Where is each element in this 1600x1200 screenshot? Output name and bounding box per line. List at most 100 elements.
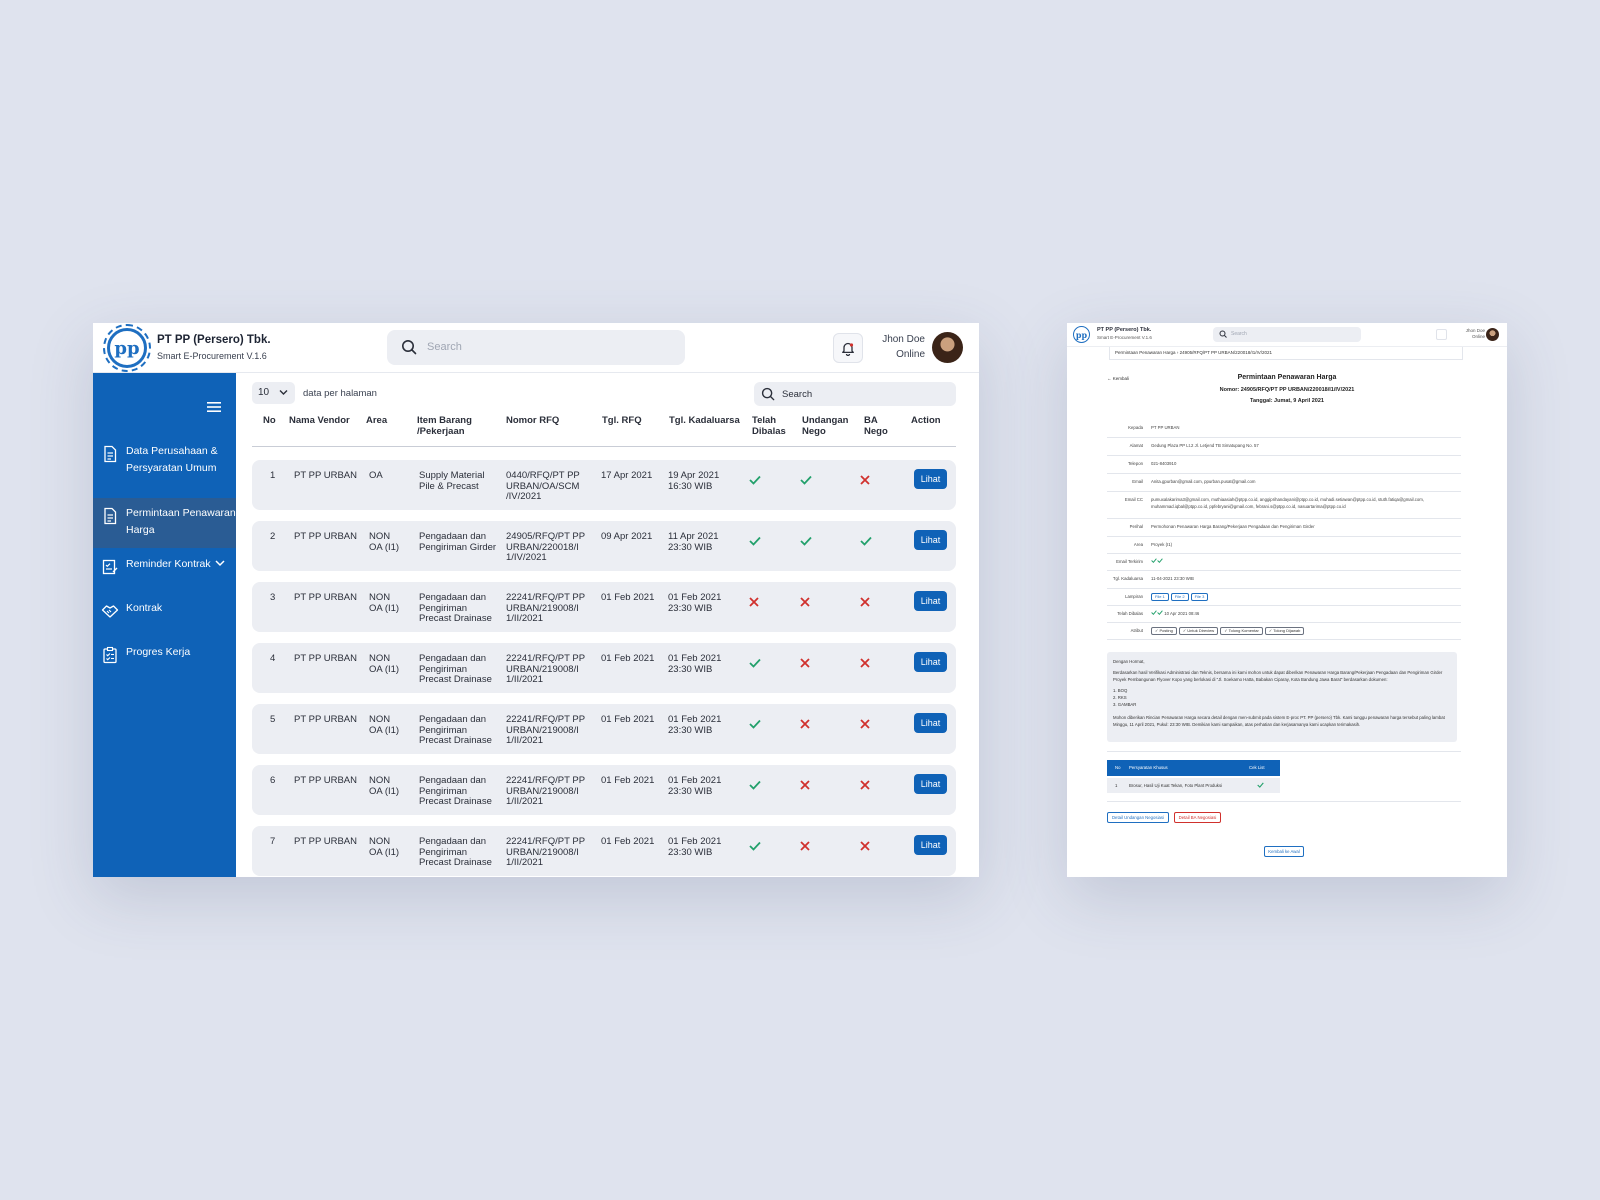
global-search-input[interactable]: Search — [387, 330, 685, 365]
cell-kadaluarsa: 01 Feb 2021 23:30 WIB — [668, 775, 722, 797]
detail-undangan-button[interactable]: Detail Undangan Negosiasi — [1107, 812, 1169, 823]
cell-rfq: 22241/RFQ/PT PP URBAN/219008/I 1/II/2021 — [506, 653, 585, 685]
field-value: Gedung Plaza PP Lt.2 Jl. Letjend TB Sima… — [1151, 443, 1259, 448]
field-value: Permohonan Penawaran Harga Barang/Pekerj… — [1151, 524, 1315, 529]
attribute-chip[interactable]: ✓ Posting — [1151, 627, 1177, 635]
company-name: PT PP (Persero) Tbk. — [1097, 327, 1152, 333]
check-icon — [1257, 782, 1264, 788]
cell-item: Pengadaan dan Pengiriman Precast Drainas… — [419, 592, 492, 624]
back-to-start-button[interactable]: Kembali ke Awal — [1264, 846, 1304, 857]
attachment-chip[interactable]: File 1 — [1151, 593, 1169, 601]
table-row: 4 PT PP URBAN NON OA (I1) Pengadaan dan Pen… — [252, 643, 956, 693]
cell-no: 7 — [270, 836, 276, 847]
cell-kadaluarsa: 01 Feb 2021 23:30 WIB — [668, 836, 722, 858]
avatar[interactable] — [932, 332, 963, 363]
cell-vendor: PT PP URBAN — [294, 653, 358, 664]
cell-item: Pengadaan dan Pengiriman Precast Drainas… — [419, 714, 492, 746]
cell-rfq: 22241/RFQ/PT PP URBAN/219008/I 1/II/2021 — [506, 836, 585, 868]
checklist-icon — [102, 559, 118, 575]
check-icon — [749, 841, 761, 851]
lihat-button[interactable]: Lihat — [914, 774, 947, 794]
attachment-chip[interactable]: File 3 — [1190, 593, 1209, 601]
lihat-button[interactable]: Lihat — [914, 530, 947, 550]
sidebar-item-kontrak[interactable]: Kontrak — [93, 600, 236, 624]
field-label: Tgl. Kadaluarsa — [1112, 576, 1143, 581]
rfq-detail-window: pp PT PP (Persero) Tbk. Smart E-Procurem… — [1067, 323, 1507, 877]
notification-button[interactable] — [833, 333, 863, 363]
cell-vendor: PT PP URBAN — [294, 775, 358, 786]
cell-vendor: PT PP URBAN — [294, 836, 358, 847]
cell-rfq: 24905/RFQ/PT PP URBAN/220018/I 1/IV/2021 — [506, 531, 585, 563]
attribute-chip[interactable]: ✓ Untuk Direview — [1178, 627, 1219, 635]
user-status: Online — [1471, 334, 1485, 339]
sidebar-item-label: Permintaan Penawaran Harga — [126, 507, 236, 536]
breadcrumb-parent[interactable]: Permintaan Penawaran Harga — [1115, 350, 1176, 355]
check-icon — [749, 658, 761, 668]
header-item: Item Barang /Pekerjaan — [417, 415, 472, 437]
table-search-input[interactable]: Search — [754, 382, 956, 406]
lihat-button[interactable]: Lihat — [914, 652, 947, 672]
breadcrumb: Permintaan Penawaran Harga › 24905/RFQ/P… — [1109, 347, 1463, 360]
check-icon — [749, 780, 761, 790]
sidebar-item-label: Kontrak — [126, 602, 163, 614]
letter-paragraph-2: Mohon diberikan Rincian Penawaran Harga … — [1113, 715, 1445, 727]
status-dibalas — [749, 594, 759, 612]
field-label: Telepon — [1127, 461, 1143, 466]
sidebar: Data Perusahaan & Persyaratan Umum Permi… — [93, 373, 236, 877]
status-ba — [860, 655, 870, 673]
global-search-input[interactable]: Search — [1213, 327, 1361, 342]
header-vendor: Nama Vendor — [289, 415, 350, 426]
avatar[interactable] — [1486, 328, 1499, 341]
sidebar-item-permintaan-penawaran[interactable]: Permintaan Penawaran Harga — [93, 498, 236, 548]
req-header-no: No — [1115, 765, 1121, 770]
detail-field: Atribut ✓ Posting ✓ Untuk Direview ✓ Tolong… — [1107, 623, 1461, 640]
user-name: Jhon Doe — [882, 334, 925, 345]
lihat-button[interactable]: Lihat — [914, 835, 947, 855]
cell-no: 3 — [270, 592, 276, 603]
table-row: 5 PT PP URBAN NON OA (I1) Pengadaan dan Pen… — [252, 704, 956, 754]
detail-top-bar: pp PT PP (Persero) Tbk. Smart E-Procurem… — [1067, 323, 1507, 347]
requirements-table-header: No Persyaratan Khusus Cek List — [1107, 760, 1280, 776]
lihat-button[interactable]: Lihat — [914, 469, 947, 489]
per-page-select[interactable]: 10 — [252, 382, 295, 404]
x-icon — [860, 658, 870, 668]
lihat-button[interactable]: Lihat — [914, 591, 947, 611]
bell-icon — [842, 342, 854, 356]
detail-field: Perihal Permohonan Penawaran Harga Barang… — [1107, 519, 1461, 537]
sidebar-item-reminder-kontrak[interactable]: Reminder Kontrak — [93, 556, 236, 580]
chevron-right-icon: › — [1176, 350, 1179, 355]
check-icon — [1157, 610, 1163, 616]
header-ba: BA Nego — [864, 415, 888, 437]
status-dibalas — [749, 472, 761, 490]
sidebar-item-label: Progres Kerja — [126, 646, 191, 658]
letter-body: Dengan Hormat, Berdasarkan hasil Verifik… — [1107, 652, 1457, 742]
field-value: File 1 File 2 File 3 — [1151, 593, 1461, 601]
attribute-chip[interactable]: ✓ Tolong Dijawab — [1264, 627, 1305, 635]
cell-area: NON OA (I1) — [369, 531, 400, 553]
cell-no: 4 — [270, 653, 276, 664]
notification-button[interactable] — [1436, 329, 1447, 340]
menu-icon[interactable] — [207, 401, 221, 413]
lihat-button[interactable]: Lihat — [914, 713, 947, 733]
detail-ba-button[interactable]: Detail BA Negosiasi — [1174, 812, 1221, 823]
logo-text: pp — [114, 337, 140, 359]
letter-greeting: Dengan Hormat, — [1113, 659, 1145, 664]
detail-field: Tgl. Kadaluarsa 11-04-2021 23:30 WIB — [1107, 571, 1461, 589]
sidebar-item-data-perusahaan[interactable]: Data Perusahaan & Persyaratan Umum — [93, 443, 236, 483]
attachment-chip[interactable]: File 2 — [1170, 593, 1189, 601]
sidebar-item-progres-kerja[interactable]: Progres Kerja — [93, 644, 236, 668]
cell-no: 1 — [270, 470, 276, 481]
detail-field: Email CC pumuxalakarima3@gmail.com, muthi… — [1107, 492, 1461, 519]
field-label: Email Terkirim — [1116, 559, 1143, 564]
status-ba — [860, 594, 870, 612]
table-row: 7 PT PP URBAN NON OA (I1) Pengadaan dan Pen… — [252, 826, 956, 876]
top-bar: pp PT PP (Persero) Tbk. Smart E-Procurem… — [93, 323, 979, 373]
cell-area: OA — [369, 470, 383, 481]
attribute-chip[interactable]: ✓ Tolong Komentar — [1220, 627, 1263, 635]
chevron-down-icon[interactable] — [215, 559, 225, 567]
cell-vendor: PT PP URBAN — [294, 592, 358, 603]
status-undangan — [800, 777, 810, 795]
breadcrumb-current: 24905/RFQ/PT PP URBAN/220018/I1/IV/2021 — [1179, 350, 1272, 355]
status-undangan — [800, 533, 812, 551]
detail-field: Telepon 021-8403910 — [1107, 456, 1461, 474]
